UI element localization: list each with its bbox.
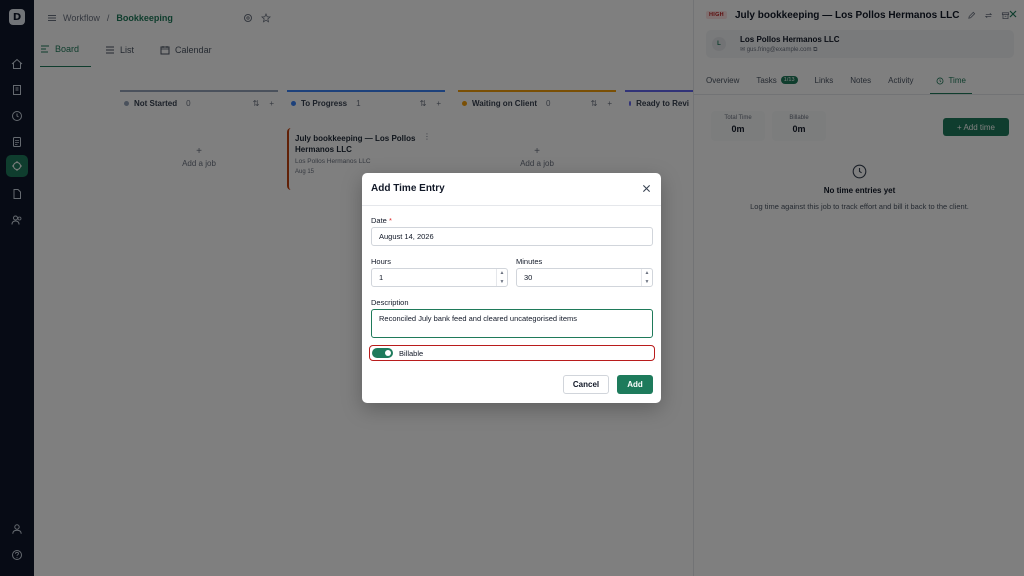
chevron-down-icon[interactable]: ▼ — [645, 279, 650, 285]
billable-label: Billable — [399, 348, 424, 358]
dialog-divider — [362, 205, 661, 206]
hours-field[interactable]: 1 ▲ ▼ — [371, 268, 508, 287]
add-time-entry-dialog: Add Time Entry Date * August 14, 2026 Ho… — [362, 173, 661, 403]
minutes-field[interactable]: 30 ▲ ▼ — [516, 268, 653, 287]
minutes-label: Minutes — [516, 257, 543, 266]
cancel-button[interactable]: Cancel — [563, 375, 609, 394]
billable-toggle-row[interactable]: Billable — [369, 345, 655, 361]
minutes-stepper[interactable]: ▲ ▼ — [641, 269, 652, 286]
chevron-down-icon[interactable]: ▼ — [500, 279, 505, 285]
chevron-up-icon[interactable]: ▲ — [500, 270, 505, 276]
billable-toggle[interactable] — [372, 348, 393, 358]
date-value: August 14, 2026 — [379, 232, 434, 241]
toggle-knob — [385, 350, 391, 356]
hours-label: Hours — [371, 257, 392, 266]
hours-stepper[interactable]: ▲ ▼ — [496, 269, 507, 286]
description-field[interactable]: Reconciled July bank feed and cleared un… — [371, 309, 653, 338]
description-value: Reconciled July bank feed and cleared un… — [379, 314, 578, 323]
minutes-value: 30 — [524, 273, 533, 282]
required-marker: * — [388, 216, 392, 225]
chevron-up-icon[interactable]: ▲ — [645, 270, 650, 276]
description-label: Description — [371, 298, 409, 307]
dialog-title: Add Time Entry — [371, 183, 445, 194]
add-button[interactable]: Add — [617, 375, 653, 394]
close-icon[interactable] — [642, 184, 651, 193]
date-label: Date * — [371, 216, 392, 225]
date-label-text: Date — [371, 216, 387, 225]
date-field[interactable]: August 14, 2026 — [371, 227, 653, 246]
hours-value: 1 — [379, 273, 384, 282]
